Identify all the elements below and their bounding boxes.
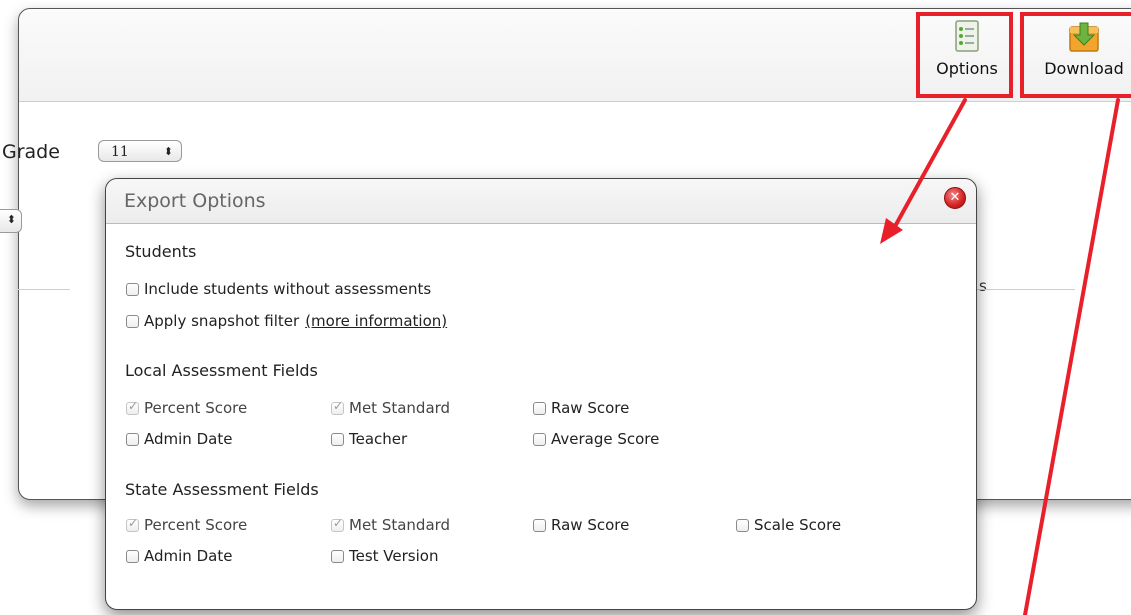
field-state-raw-score[interactable]: Raw Score bbox=[533, 516, 629, 534]
field-state-percent-score[interactable]: Percent Score bbox=[126, 516, 247, 534]
checkbox[interactable] bbox=[126, 549, 139, 563]
secondary-select[interactable]: ⬍ bbox=[0, 209, 22, 233]
field-local-teacher[interactable]: Teacher bbox=[331, 430, 407, 448]
options-highlight-box bbox=[916, 12, 1013, 98]
select-arrows-icon: ⬍ bbox=[163, 145, 173, 158]
column-header-fragment: s bbox=[979, 277, 987, 295]
field-label: Raw Score bbox=[551, 399, 630, 417]
field-state-met-standard[interactable]: Met Standard bbox=[331, 516, 450, 534]
grade-label: Grade bbox=[2, 141, 60, 163]
divider bbox=[975, 289, 1075, 290]
download-highlight-box bbox=[1020, 12, 1131, 98]
option-snapshot-filter[interactable]: Apply snapshot filter (more information) bbox=[126, 312, 447, 330]
checkbox[interactable] bbox=[533, 401, 546, 415]
state-fields-row-2: Admin Date Test Version bbox=[126, 547, 946, 567]
field-local-percent-score[interactable]: Percent Score bbox=[126, 399, 247, 417]
field-label: Percent Score bbox=[144, 399, 248, 417]
dialog-title: Export Options bbox=[124, 190, 266, 212]
checkbox[interactable] bbox=[126, 314, 139, 328]
field-local-average-score[interactable]: Average Score bbox=[533, 430, 659, 448]
checkbox[interactable] bbox=[736, 518, 749, 532]
grade-value: 11 bbox=[111, 144, 129, 160]
local-fields-row-1: Percent Score Met Standard Raw Score bbox=[126, 399, 946, 419]
checkbox[interactable] bbox=[331, 549, 344, 563]
option-include-students[interactable]: Include students without assessments bbox=[126, 280, 431, 298]
field-state-scale-score[interactable]: Scale Score bbox=[736, 516, 841, 534]
divider bbox=[18, 289, 70, 290]
field-label: Met Standard bbox=[349, 399, 451, 417]
checkbox[interactable] bbox=[331, 399, 344, 415]
field-label: Scale Score bbox=[754, 516, 842, 534]
field-state-admin-date[interactable]: Admin Date bbox=[126, 547, 232, 565]
more-information-link[interactable]: (more information) bbox=[305, 312, 447, 330]
field-label: Average Score bbox=[551, 430, 660, 448]
local-fields-heading: Local Assessment Fields bbox=[125, 361, 318, 380]
field-label: Percent Score bbox=[144, 516, 248, 534]
field-local-met-standard[interactable]: Met Standard bbox=[331, 399, 450, 417]
checkbox[interactable] bbox=[126, 282, 139, 296]
field-label: Admin Date bbox=[144, 430, 233, 448]
field-label: Teacher bbox=[349, 430, 408, 448]
local-fields-row-2: Admin Date Teacher Average Score bbox=[126, 430, 946, 450]
checkbox[interactable] bbox=[331, 432, 344, 446]
checkbox[interactable] bbox=[533, 518, 546, 532]
close-icon[interactable]: ✕ bbox=[944, 187, 966, 209]
checkbox[interactable] bbox=[126, 516, 139, 532]
checkbox[interactable] bbox=[126, 432, 139, 446]
dialog-header: Export Options bbox=[106, 179, 976, 224]
state-fields-row-1: Percent Score Met Standard Raw Score Sca… bbox=[126, 516, 946, 536]
field-local-raw-score[interactable]: Raw Score bbox=[533, 399, 629, 417]
option-label: Apply snapshot filter bbox=[144, 312, 300, 330]
state-fields-heading: State Assessment Fields bbox=[125, 480, 319, 499]
select-arrows-icon: ⬍ bbox=[6, 213, 16, 226]
students-heading: Students bbox=[125, 242, 197, 261]
field-local-admin-date[interactable]: Admin Date bbox=[126, 430, 232, 448]
checkbox[interactable] bbox=[533, 432, 546, 446]
export-options-dialog: Export Options ✕ Students Include studen… bbox=[105, 178, 977, 610]
option-label: Include students without assessments bbox=[144, 280, 432, 298]
checkbox[interactable] bbox=[126, 399, 139, 415]
field-label: Test Version bbox=[349, 547, 439, 565]
field-state-test-version[interactable]: Test Version bbox=[331, 547, 438, 565]
grade-select[interactable]: 11 ⬍ bbox=[98, 140, 182, 162]
field-label: Admin Date bbox=[144, 547, 233, 565]
field-label: Met Standard bbox=[349, 516, 451, 534]
field-label: Raw Score bbox=[551, 516, 630, 534]
checkbox[interactable] bbox=[331, 516, 344, 532]
